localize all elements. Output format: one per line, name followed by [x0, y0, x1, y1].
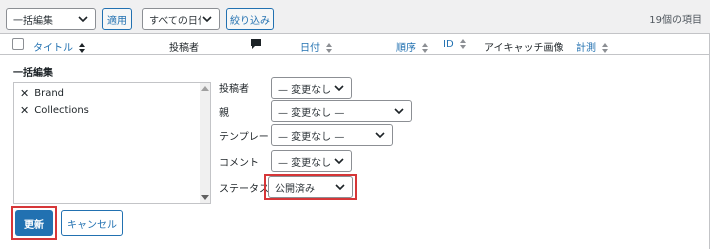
sort-icon — [602, 43, 609, 53]
bulk-action-select[interactable]: 一括編集 — [6, 8, 96, 30]
parent-label: 親 — [219, 108, 229, 119]
select-all-checkbox[interactable] — [12, 38, 24, 50]
bulk-edit-items-list[interactable]: ✕ Brand ✕ Collections — [13, 82, 211, 204]
author-value: — 変更なし — — [278, 84, 333, 96]
author-label: 投稿者 — [219, 84, 249, 95]
comment-icon[interactable] — [250, 38, 262, 53]
column-date-label: 日付 — [300, 43, 320, 54]
column-id[interactable]: ID — [443, 39, 466, 50]
remove-icon[interactable]: ✕ — [20, 104, 29, 117]
chevron-down-icon — [78, 16, 88, 23]
column-id-label: ID — [443, 39, 454, 50]
template-select[interactable]: — 変更なし — — [271, 124, 393, 146]
cancel-button[interactable]: キャンセル — [61, 210, 123, 236]
chevron-down-icon — [334, 85, 344, 92]
status-label: ステータス — [219, 184, 269, 195]
sort-icon — [79, 43, 86, 53]
column-order[interactable]: 順序 — [396, 39, 429, 54]
date-filter-select[interactable]: すべての日付 — [142, 8, 220, 30]
sort-icon — [459, 39, 466, 49]
chevron-down-icon — [335, 184, 345, 191]
chevron-down-icon — [334, 158, 344, 165]
item-count: 19個の項目 — [649, 15, 702, 26]
status-select[interactable]: 公開済み — [268, 176, 353, 198]
column-title-label: タイトル — [33, 43, 73, 54]
comment-value: — 変更なし — — [278, 157, 333, 169]
remove-icon[interactable]: ✕ — [20, 87, 29, 100]
bulk-edit-title: 一括編集 — [13, 68, 53, 79]
column-thumbnail: アイキャッチ画像 — [484, 43, 564, 54]
list-item: ✕ Brand — [20, 87, 64, 100]
column-date[interactable]: 日付 — [300, 39, 333, 54]
chevron-down-icon — [375, 132, 385, 139]
comment-label: コメント — [219, 158, 259, 169]
table-header: タイトル 投稿者 日付 順序 ID アイキャッチ画像 計測 — [0, 33, 710, 55]
scroll-down-icon[interactable] — [201, 195, 209, 201]
scroll-up-icon[interactable] — [201, 85, 209, 91]
sort-icon — [326, 43, 333, 53]
parent-select[interactable]: — 変更なし — — [271, 100, 412, 122]
scrollbar[interactable] — [200, 83, 210, 203]
update-button[interactable]: 更新 — [15, 210, 53, 236]
list-item: ✕ Collections — [20, 104, 89, 117]
column-author: 投稿者 — [169, 43, 199, 54]
template-value: — 変更なし — — [278, 131, 345, 143]
bulk-action-value: 一括編集 — [13, 15, 53, 27]
list-item-label: Collections — [34, 105, 89, 116]
chevron-down-icon — [202, 16, 212, 23]
list-item-label: Brand — [34, 88, 65, 99]
status-value: 公開済み — [275, 183, 315, 195]
template-label: テンプレート — [219, 132, 279, 143]
author-select[interactable]: — 変更なし — — [271, 77, 352, 99]
date-filter-value: すべての日付 — [149, 15, 201, 27]
column-measure-label: 計測 — [576, 43, 596, 54]
column-order-label: 順序 — [396, 43, 416, 54]
apply-button[interactable]: 適用 — [102, 8, 132, 30]
sort-icon — [422, 43, 429, 53]
comment-select[interactable]: — 変更なし — — [271, 150, 352, 172]
column-measure[interactable]: 計測 — [576, 39, 609, 54]
filter-button[interactable]: 絞り込み — [226, 8, 274, 30]
chevron-down-icon — [394, 108, 404, 115]
parent-value: — 変更なし — — [278, 107, 345, 119]
column-title[interactable]: タイトル — [33, 39, 86, 54]
